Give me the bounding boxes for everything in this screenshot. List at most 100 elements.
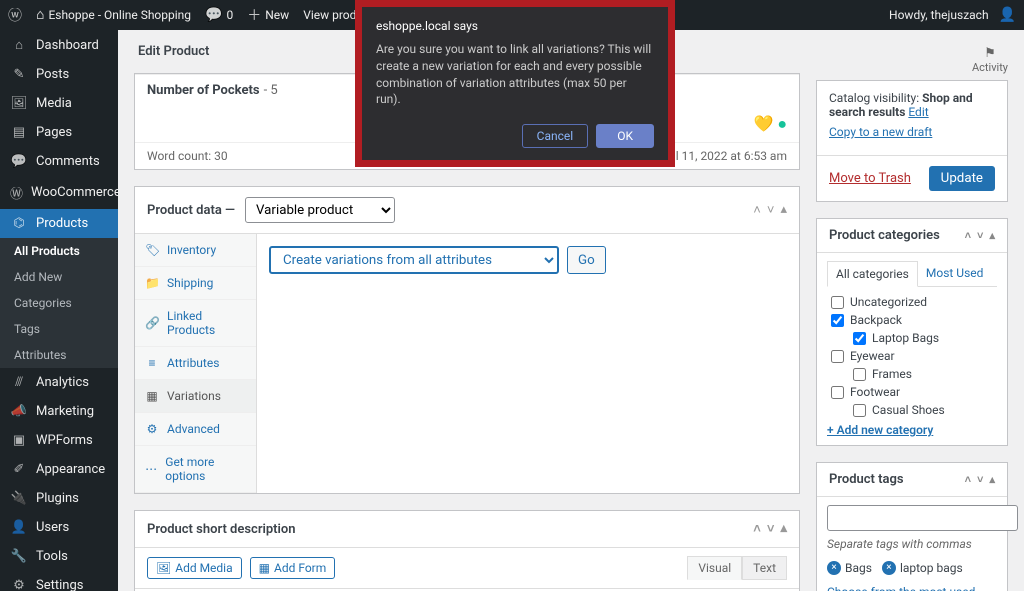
remove-tag-icon[interactable]: × [882,561,896,575]
visibility-label: Catalog visibility: [829,91,919,105]
category-checkbox[interactable] [853,368,866,381]
pd-tab-get-more-options[interactable]: ⋯Get more options [135,446,256,493]
panel-toggle-icon[interactable]: ▴ [989,229,995,242]
menu-label: Dashboard [36,38,99,53]
cat-tab-all[interactable]: All categories [827,261,918,287]
site-name-link[interactable]: ⌂Eshoppe - Online Shopping [36,7,191,23]
cat-tab-used[interactable]: Most Used [918,261,992,286]
submenu-item-attributes[interactable]: Attributes [0,342,118,368]
menu-item-comments[interactable]: 💬Comments [0,147,118,176]
howdy-user[interactable]: Howdy, thejuszach👤 [889,7,1016,23]
menu-item-products[interactable]: ⌬ Products [0,209,118,238]
tab-icon: 🔗 [145,316,159,330]
add-form-button[interactable]: ▦Add Form [250,557,336,579]
category-item[interactable]: Frames [831,365,993,383]
category-item[interactable]: Footwear [831,383,993,401]
pd-tab-inventory[interactable]: 🏷Inventory [135,234,256,267]
menu-label: Marketing [36,404,94,419]
activity-button[interactable]: ⚑ Activity [972,46,1008,74]
menu-icon: ⌬ [10,216,28,231]
text-tab[interactable]: Text [742,556,787,580]
category-checkbox[interactable] [831,386,844,399]
category-checkbox[interactable] [853,404,866,417]
menu-item-posts[interactable]: ✎Posts [0,60,118,89]
pd-tab-advanced[interactable]: ⚙Advanced [135,413,256,446]
category-list: UncategorizedBackpackLaptop BagsEyewearF… [827,287,997,417]
menu-label: Comments [36,154,100,169]
panel-up-icon[interactable]: ˄ [965,473,971,486]
wp-logo[interactable]: ⓦ [8,5,22,25]
panel-down-icon[interactable]: ˅ [767,202,775,218]
menu-label: Settings [36,578,83,591]
pd-tab-shipping[interactable]: 📁Shipping [135,267,256,300]
category-checkbox[interactable] [831,296,844,309]
menu-item-woocommerce[interactable]: ⓌWooCommerce [0,176,118,209]
category-item[interactable]: Laptop Bags [831,329,993,347]
panel-toggle-icon[interactable]: ▴ [989,473,995,486]
cancel-button[interactable]: Cancel [522,124,589,148]
menu-icon: ⫻ [10,375,28,390]
add-category-link[interactable]: + Add new category [827,423,933,437]
panel-up-icon[interactable]: ˄ [965,229,971,242]
edit-visibility-link[interactable]: Edit [908,105,928,119]
move-to-trash-link[interactable]: Move to Trash [829,171,911,186]
go-button[interactable]: Go [567,246,606,274]
remove-tag-icon[interactable]: × [827,561,841,575]
tab-label: Attributes [167,356,219,370]
menu-item-pages[interactable]: ▤Pages [0,118,118,147]
submenu-item-all-products[interactable]: All Products [0,238,118,264]
update-button[interactable]: Update [929,166,995,191]
panel-up-icon[interactable]: ˄ [753,521,761,537]
panel-down-icon[interactable]: ˅ [977,229,983,242]
category-item[interactable]: Eyewear [831,347,993,365]
category-checkbox[interactable] [853,332,866,345]
menu-item-media[interactable]: 🖼Media [0,89,118,118]
choose-tags-link[interactable]: Choose from the most used tags [827,585,975,591]
panel-toggle-icon[interactable]: ▴ [780,521,787,537]
category-item[interactable]: Casual Shoes [831,401,993,417]
copy-draft-link[interactable]: Copy to a new draft [829,125,932,139]
submenu-item-categories[interactable]: Categories [0,290,118,316]
submenu-item-tags[interactable]: Tags [0,316,118,342]
tab-icon: ▦ [145,389,159,403]
tab-icon: ⋯ [145,462,157,476]
confirm-dialog: eshoppe.local says Are you sure you want… [355,0,675,167]
tab-icon: 🏷 [145,243,159,257]
add-media-button[interactable]: 🖼Add Media [147,557,242,579]
menu-item-settings[interactable]: ⚙Settings [0,571,118,591]
panel-down-icon[interactable]: ˅ [977,473,983,486]
menu-icon: 🖼 [10,96,28,111]
submenu-item-add-new[interactable]: Add New [0,264,118,290]
panel-down-icon[interactable]: ˅ [767,521,775,537]
pd-tab-variations[interactable]: ▦Variations [135,380,256,413]
form-icon: ▦ [259,561,270,575]
new-content-link[interactable]: ＋New [247,5,289,25]
tab-icon: 📁 [145,276,159,290]
visual-tab[interactable]: Visual [687,556,742,580]
menu-item-analytics[interactable]: ⫻Analytics [0,368,118,397]
menu-icon: 📣 [10,404,28,419]
pd-tab-linked-products[interactable]: 🔗Linked Products [135,300,256,347]
category-item[interactable]: Uncategorized [831,293,993,311]
panel-up-icon[interactable]: ˄ [753,202,761,218]
panel-toggle-icon[interactable]: ▴ [780,202,787,218]
comments-link[interactable]: 💬0 [205,7,233,23]
category-item[interactable]: Backpack [831,311,993,329]
menu-item-tools[interactable]: 🔧Tools [0,542,118,571]
menu-item-users[interactable]: 👤Users [0,513,118,542]
menu-item-plugins[interactable]: 🔌Plugins [0,484,118,513]
category-checkbox[interactable] [831,350,844,363]
ok-button[interactable]: OK [596,124,654,148]
menu-label: Products [36,216,88,231]
menu-item-wpforms[interactable]: ▣WPForms [0,426,118,455]
menu-item-dashboard[interactable]: ⌂Dashboard [0,30,118,60]
menu-item-appearance[interactable]: ✐Appearance [0,455,118,484]
tag-input[interactable] [827,505,1018,531]
dialog-message: Are you sure you want to link all variat… [376,41,654,108]
product-type-select[interactable]: Variable product [245,197,395,223]
pd-tab-attributes[interactable]: ≡Attributes [135,347,256,380]
variation-action-select[interactable]: Create variations from all attributes [269,246,559,274]
category-checkbox[interactable] [831,314,844,327]
pockets-label: Number of Pockets [147,83,260,98]
menu-item-marketing[interactable]: 📣 Marketing [0,397,118,426]
